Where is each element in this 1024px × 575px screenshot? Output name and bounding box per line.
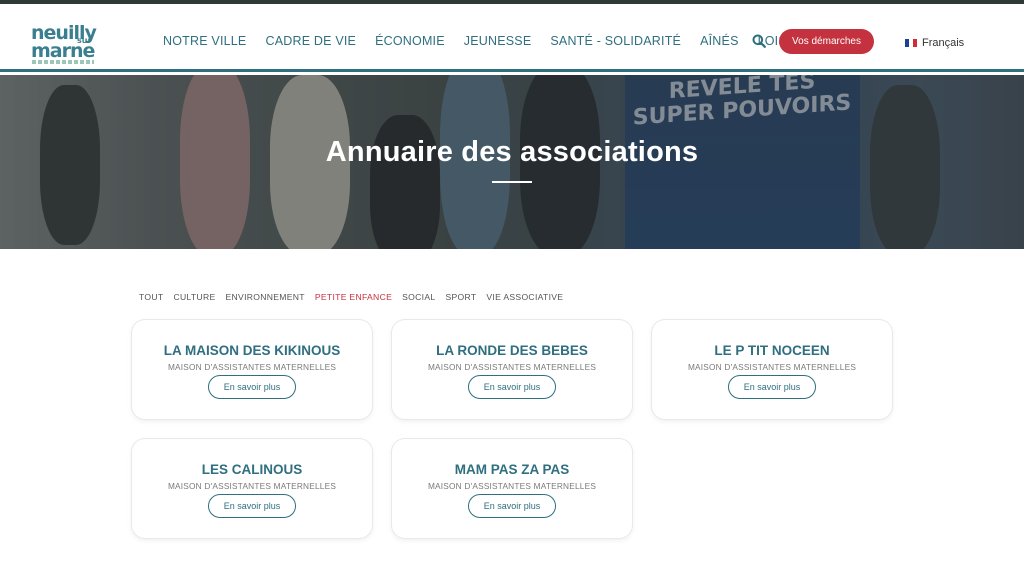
en-savoir-plus-button[interactable]: En savoir plus [208,375,296,399]
card-title: LA RONDE DES BEBES [436,343,588,358]
nav-item-jeunesse[interactable]: JEUNESSE [464,34,532,48]
association-card: LE P TIT NOCEEN MAISON D'ASSISTANTES MAT… [652,320,892,419]
card-subtitle: MAISON D'ASSISTANTES MATERNELLES [427,481,597,491]
card-subtitle: MAISON D'ASSISTANTES MATERNELLES [687,362,857,372]
page-title: Annuaire des associations [325,136,699,168]
search-icon[interactable] [752,34,766,48]
french-flag-icon [905,39,917,47]
site-logo[interactable]: neuilly sur marne [31,24,99,66]
filter-tout[interactable]: TOUT [139,292,163,302]
category-filters: TOUT CULTURE ENVIRONNEMENT PETITE ENFANC… [139,292,563,302]
filter-vie-associative[interactable]: VIE ASSOCIATIVE [486,292,563,302]
nav-item-sante-solidarite[interactable]: SANTÉ - SOLIDARITÉ [550,34,681,48]
filter-environnement[interactable]: ENVIRONNEMENT [226,292,305,302]
card-title: LA MAISON DES KIKINOUS [163,343,341,358]
association-card: LES CALINOUS MAISON D'ASSISTANTES MATERN… [132,439,372,538]
filter-culture[interactable]: CULTURE [173,292,215,302]
en-savoir-plus-button[interactable]: En savoir plus [728,375,816,399]
card-subtitle: MAISON D'ASSISTANTES MATERNELLES [167,481,337,491]
association-card: MAM PAS ZA PAS MAISON D'ASSISTANTES MATE… [392,439,632,538]
title-underline [492,181,532,183]
association-card: LA RONDE DES BEBES MAISON D'ASSISTANTES … [392,320,632,419]
card-title: LE P TIT NOCEEN [714,343,830,358]
association-card: LA MAISON DES KIKINOUS MAISON D'ASSISTAN… [132,320,372,419]
vos-demarches-button[interactable]: Vos démarches [779,29,874,54]
logo-line-3: marne [31,40,95,62]
card-subtitle: MAISON D'ASSISTANTES MATERNELLES [167,362,337,372]
language-label: Français [922,37,965,49]
filter-social[interactable]: SOCIAL [402,292,435,302]
en-savoir-plus-button[interactable]: En savoir plus [208,494,296,518]
en-savoir-plus-button[interactable]: En savoir plus [468,375,556,399]
logo-decoration [32,60,94,64]
en-savoir-plus-button[interactable]: En savoir plus [468,494,556,518]
main-nav: NOTRE VILLE CADRE DE VIE ÉCONOMIE JEUNES… [163,34,808,48]
card-title: MAM PAS ZA PAS [454,462,570,477]
card-subtitle: MAISON D'ASSISTANTES MATERNELLES [427,362,597,372]
language-selector[interactable]: Français [905,37,964,49]
card-title: LES CALINOUS [201,462,303,477]
nav-item-notre-ville[interactable]: NOTRE VILLE [163,34,246,48]
nav-item-aines[interactable]: AÎNÉS [700,34,739,48]
nav-item-economie[interactable]: ÉCONOMIE [375,34,445,48]
nav-item-cadre-de-vie[interactable]: CADRE DE VIE [265,34,356,48]
site-header: neuilly sur marne NOTRE VILLE CADRE DE V… [0,4,1024,72]
filter-sport[interactable]: SPORT [445,292,476,302]
filter-petite-enfance[interactable]: PETITE ENFANCE [315,292,392,302]
hero-banner: REVELE TES SUPER POUVOIRS Annuaire des a… [0,75,1024,249]
